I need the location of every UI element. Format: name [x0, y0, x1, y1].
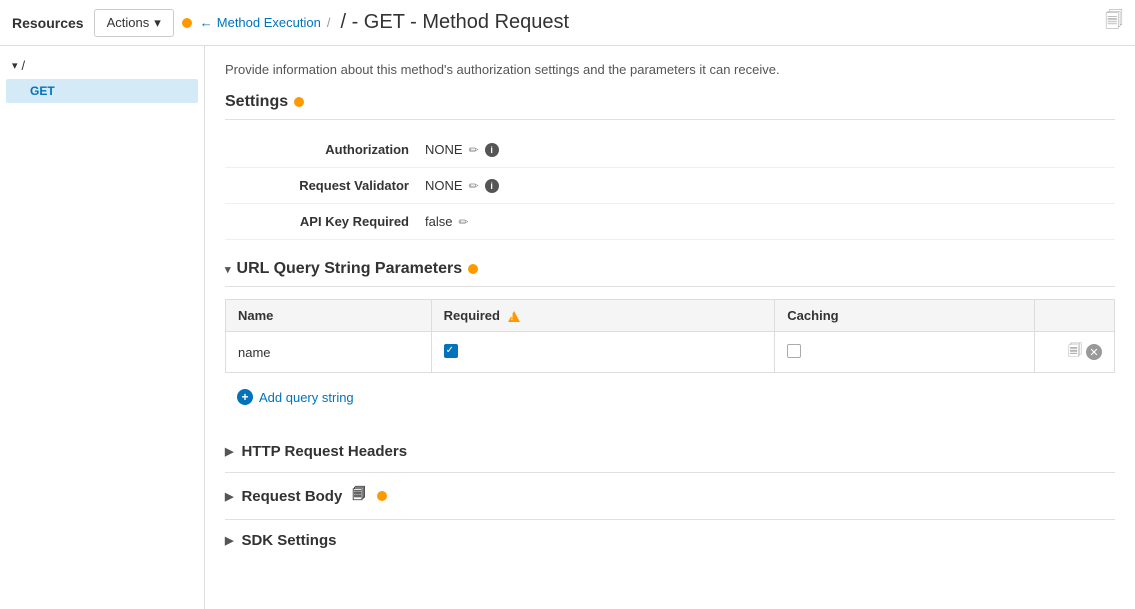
request-body-title: Request Body [241, 488, 342, 505]
http-headers-section: ▶ HTTP Request Headers [225, 431, 1115, 473]
row-delete-icon[interactable]: ✕ [1086, 344, 1102, 360]
http-headers-title: HTTP Request Headers [241, 443, 407, 460]
actions-label: Actions [107, 15, 150, 30]
row-doc-icon[interactable]: 🗐 [1068, 340, 1082, 364]
query-status-dot [468, 264, 478, 274]
authorization-label: Authorization [225, 142, 425, 157]
request-validator-value-group: NONE ✏ i [425, 178, 499, 193]
settings-status-dot [294, 97, 304, 107]
api-key-edit-icon[interactable]: ✏ [458, 215, 468, 229]
sdk-settings-header[interactable]: ▶ SDK Settings [225, 532, 1115, 549]
api-key-label: API Key Required [225, 214, 425, 229]
breadcrumb-separator: / [327, 15, 331, 30]
param-caching-cell[interactable] [775, 332, 1035, 373]
query-title: URL Query String Parameters [237, 260, 463, 278]
required-warning-icon [508, 311, 520, 322]
query-section: ▾ URL Query String Parameters Name Requi… [225, 260, 1115, 411]
request-validator-info-icon[interactable]: i [485, 179, 499, 193]
main-layout: ▾ / GET Provide information about this m… [0, 46, 1135, 609]
request-body-doc-icon: 🗐 [352, 485, 365, 507]
request-validator-value: NONE [425, 178, 463, 193]
sidebar-item-get[interactable]: GET [6, 79, 198, 103]
api-key-value: false [425, 214, 452, 229]
http-headers-header[interactable]: ▶ HTTP Request Headers [225, 443, 1115, 460]
settings-header: Settings [225, 93, 1115, 120]
settings-title: Settings [225, 93, 288, 111]
param-actions-cell: 🗐 ✕ [1035, 332, 1115, 373]
content-area: Provide information about this method's … [205, 46, 1135, 609]
table-row: name 🗐 ✕ [226, 332, 1115, 373]
api-key-value-group: false ✏ [425, 214, 469, 229]
sidebar-item-root[interactable]: ▾ / [0, 54, 204, 77]
sidebar-root-path: / [22, 58, 26, 73]
request-body-header[interactable]: ▶ Request Body 🗐 [225, 485, 1115, 507]
authorization-edit-icon[interactable]: ✏ [469, 143, 479, 157]
actions-caret-icon: ▾ [154, 15, 161, 31]
table-header-row: Name Required Caching [226, 300, 1115, 332]
breadcrumb-method-execution[interactable]: Method Execution [217, 15, 321, 30]
page-title: / - GET - Method Request [340, 11, 569, 34]
query-header: ▾ URL Query String Parameters [225, 260, 1115, 287]
request-validator-label: Request Validator [225, 178, 425, 193]
request-validator-edit-icon[interactable]: ✏ [469, 179, 479, 193]
request-validator-row: Request Validator NONE ✏ i [225, 168, 1115, 204]
request-body-section: ▶ Request Body 🗐 [225, 473, 1115, 520]
top-bar: Resources Actions ▾ ← Method Execution /… [0, 0, 1135, 46]
request-body-caret-icon: ▶ [225, 490, 233, 503]
param-name-cell: name [226, 332, 432, 373]
authorization-value: NONE [425, 142, 463, 157]
sdk-settings-section: ▶ SDK Settings [225, 520, 1115, 561]
authorization-row: Authorization NONE ✏ i [225, 132, 1115, 168]
sdk-settings-title: SDK Settings [241, 532, 336, 549]
resources-label: Resources [12, 15, 84, 31]
http-headers-caret-icon: ▶ [225, 445, 233, 458]
col-name-header: Name [226, 300, 432, 332]
sidebar-caret-icon: ▾ [12, 59, 18, 72]
actions-button[interactable]: Actions ▾ [94, 9, 174, 37]
add-query-icon[interactable]: + [237, 389, 253, 405]
authorization-value-group: NONE ✏ i [425, 142, 499, 157]
param-required-cell[interactable] [431, 332, 775, 373]
add-query-row[interactable]: + Add query string [225, 383, 1115, 411]
status-dot [182, 18, 192, 28]
required-checkbox[interactable] [444, 344, 458, 358]
col-required-header: Required [431, 300, 775, 332]
caching-checkbox[interactable] [787, 344, 801, 358]
doc-icon[interactable]: 🗐 [1105, 8, 1123, 38]
query-caret-icon[interactable]: ▾ [225, 263, 231, 276]
sidebar: ▾ / GET [0, 46, 205, 609]
col-actions-header [1035, 300, 1115, 332]
api-key-row: API Key Required false ✏ [225, 204, 1115, 240]
col-caching-header: Caching [775, 300, 1035, 332]
row-actions: 🗐 ✕ [1047, 340, 1102, 364]
back-arrow[interactable]: ← [200, 15, 213, 30]
add-query-label[interactable]: Add query string [259, 390, 354, 405]
content-description: Provide information about this method's … [225, 62, 1115, 77]
query-params-table: Name Required Caching name [225, 299, 1115, 373]
sdk-settings-caret-icon: ▶ [225, 534, 233, 547]
settings-section: Settings Authorization NONE ✏ i Request … [225, 93, 1115, 240]
sidebar-get-label: GET [30, 84, 55, 98]
authorization-info-icon[interactable]: i [485, 143, 499, 157]
request-body-status-dot [377, 491, 387, 501]
